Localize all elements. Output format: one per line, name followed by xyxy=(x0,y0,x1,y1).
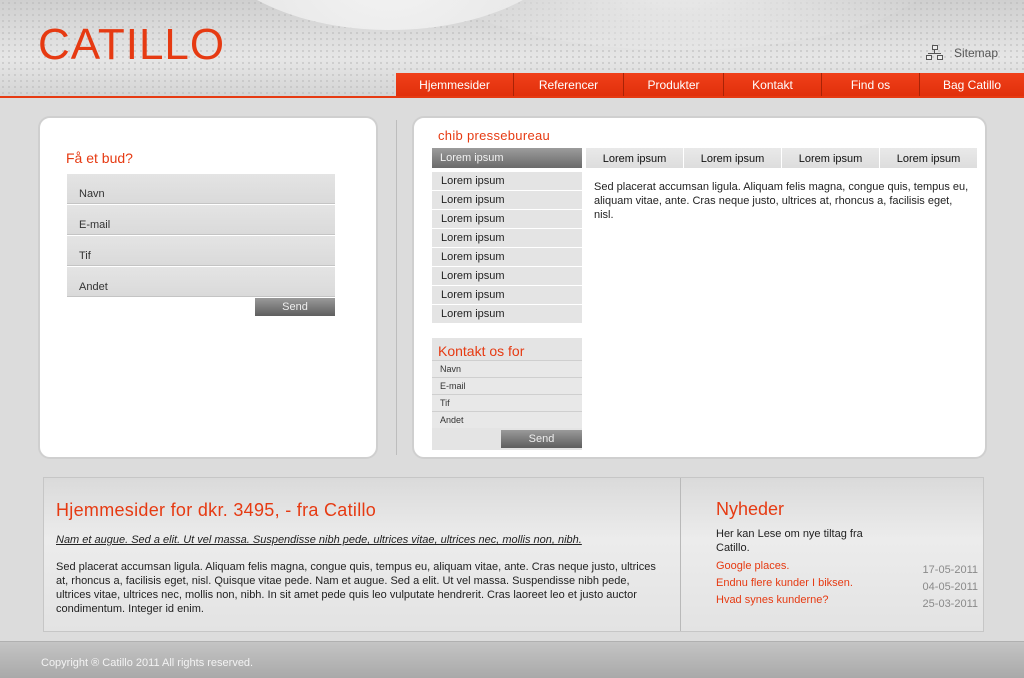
sitemap-link[interactable]: Sitemap xyxy=(926,44,998,62)
promo-lead: Nam et augue. Sed a elit. Ut vel massa. … xyxy=(56,534,582,546)
side-item[interactable]: Lorem ipsum xyxy=(432,248,582,267)
copyright-text: Copyright ® Catillo 2011 All rights rese… xyxy=(41,657,254,669)
press-title: chib pressebureau xyxy=(438,128,551,143)
footer: Copyright ® Catillo 2011 All rights rese… xyxy=(0,641,1024,678)
news-item: Endnu flere kunder I biksen. 04-05-2011 xyxy=(716,577,978,593)
side-item[interactable]: Lorem ipsum xyxy=(432,172,582,191)
contact-email-field[interactable]: E-mail xyxy=(432,377,582,394)
promo-body: Sed placerat accumsan ligula. Aliquam fe… xyxy=(56,561,656,615)
sitemap-label: Sitemap xyxy=(954,46,999,60)
header: CATILLO Sitemap Hjemmesider Referencer P… xyxy=(0,0,1024,97)
sitemap-icon xyxy=(926,45,944,61)
tab-content: Sed placerat accumsan ligula. Aliquam fe… xyxy=(594,181,969,221)
contact-name-field[interactable]: Navn xyxy=(432,360,582,377)
quote-panel: Få et bud? Navn E-mail Tif Andet Send xyxy=(38,116,378,459)
news-item: Hvad synes kunderne? 25-03-2011 xyxy=(716,594,978,610)
quote-title: Få et bud? xyxy=(66,150,133,166)
tab-2[interactable]: Lorem ipsum xyxy=(684,148,782,168)
tab-4[interactable]: Lorem ipsum xyxy=(880,148,978,168)
nav-hjemmesider[interactable]: Hjemmesider xyxy=(396,73,514,97)
contact-form: Kontakt os for Navn E-mail Tif Andet Sen… xyxy=(432,338,582,450)
nav-find-os[interactable]: Find os xyxy=(822,73,920,97)
quote-email-field[interactable]: E-mail xyxy=(67,205,335,235)
bottom-divider xyxy=(680,478,681,631)
panel-divider xyxy=(396,120,397,455)
side-item[interactable]: Lorem ipsum xyxy=(432,191,582,210)
side-item[interactable]: Lorem ipsum xyxy=(432,210,582,229)
tab-1[interactable]: Lorem ipsum xyxy=(586,148,684,168)
press-side-menu: Lorem ipsum Lorem ipsum Lorem ipsum Lore… xyxy=(432,148,582,324)
news-date: 25-03-2011 xyxy=(922,598,978,610)
news-title: Nyheder xyxy=(716,499,785,519)
press-panel: chib pressebureau Lorem ipsum Lorem ipsu… xyxy=(412,116,987,459)
news-item: Google places. 17-05-2011 xyxy=(716,560,978,576)
bottom-section: Hjemmesider for dkr. 3495, - fra Catillo… xyxy=(43,477,984,632)
main-nav: Hjemmesider Referencer Produkter Kontakt… xyxy=(396,73,1024,97)
side-item[interactable]: Lorem ipsum xyxy=(432,229,582,248)
contact-phone-field[interactable]: Tif xyxy=(432,394,582,411)
nav-referencer[interactable]: Referencer xyxy=(514,73,624,97)
quote-name-field[interactable]: Navn xyxy=(67,174,335,204)
side-item[interactable]: Lorem ipsum xyxy=(432,286,582,305)
quote-other-field[interactable]: Andet xyxy=(67,267,335,297)
tab-3[interactable]: Lorem ipsum xyxy=(782,148,880,168)
side-item[interactable]: Lorem ipsum xyxy=(432,305,582,324)
news-link[interactable]: Endnu flere kunder I biksen. xyxy=(716,577,853,589)
news-intro: Her kan Lese om nye tiltag fra Catillo. xyxy=(716,528,863,554)
contact-title: Kontakt os for xyxy=(438,343,525,359)
quote-phone-field[interactable]: Tif xyxy=(67,236,335,266)
contact-other-field[interactable]: Andet xyxy=(432,411,582,428)
news-date: 04-05-2011 xyxy=(922,581,978,593)
news-link[interactable]: Hvad synes kunderne? xyxy=(716,594,829,606)
contact-send-button[interactable]: Send xyxy=(501,430,582,448)
nav-produkter[interactable]: Produkter xyxy=(624,73,724,97)
header-divider xyxy=(0,96,1024,98)
nav-bag-catillo[interactable]: Bag Catillo xyxy=(920,73,1024,97)
news-link[interactable]: Google places. xyxy=(716,560,789,572)
promo-title: Hjemmesider for dkr. 3495, - fra Catillo xyxy=(56,500,377,520)
side-item[interactable]: Lorem ipsum xyxy=(432,267,582,286)
logo[interactable]: CATILLO xyxy=(38,20,225,70)
press-tabs: Lorem ipsum Lorem ipsum Lorem ipsum Lore… xyxy=(586,148,978,168)
nav-kontakt[interactable]: Kontakt xyxy=(724,73,822,97)
news-date: 17-05-2011 xyxy=(922,564,978,576)
side-item-active[interactable]: Lorem ipsum xyxy=(432,148,582,168)
quote-send-button[interactable]: Send xyxy=(255,298,335,316)
